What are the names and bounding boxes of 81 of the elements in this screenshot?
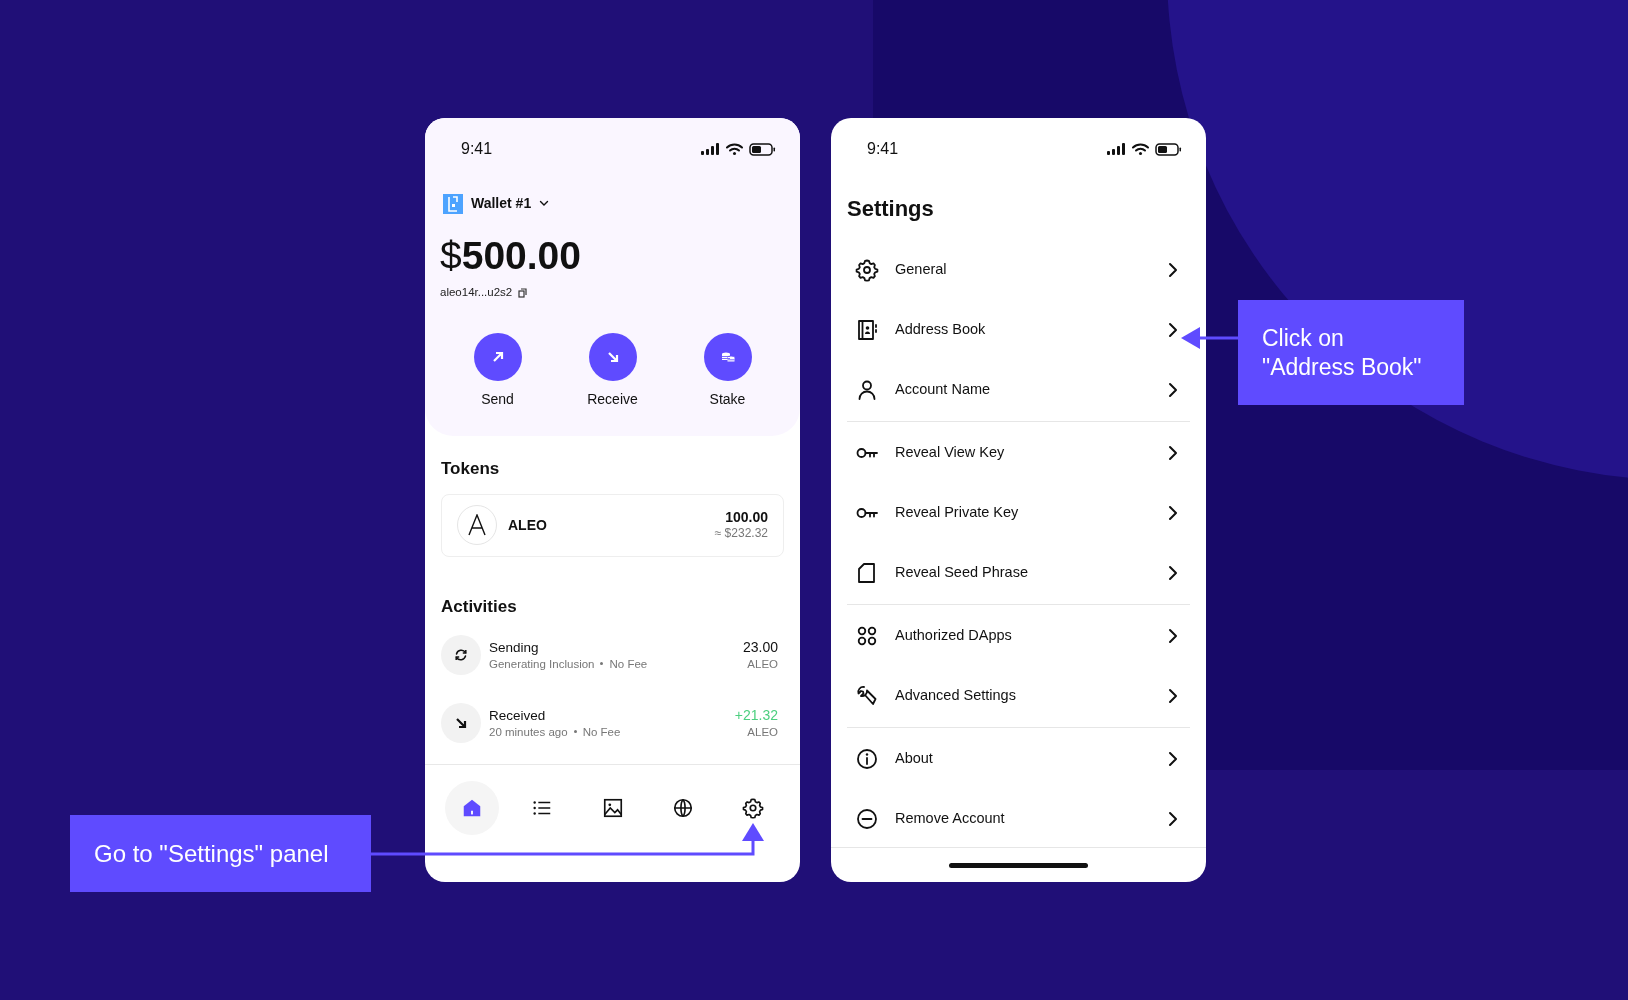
token-card[interactable]: ALEO 100.00 ≈ $232.32 <box>441 493 784 557</box>
contact-book-icon <box>855 318 879 342</box>
settings-row[interactable]: Advanced Settings <box>847 666 1190 726</box>
chevron-right-icon <box>1168 751 1178 767</box>
settings-row[interactable]: Reveal View Key <box>847 423 1190 483</box>
settings-label: Reveal Seed Phrase <box>895 563 1028 583</box>
action-label: Stake <box>709 390 746 410</box>
signal-icon <box>701 143 720 155</box>
token-amount: 100.00 <box>725 509 768 527</box>
activity-amount: +21.32 <box>734 706 778 724</box>
status-time: 9:41 <box>867 139 899 159</box>
globe-icon <box>671 797 694 819</box>
chevron-right-icon <box>1168 688 1178 704</box>
settings-label: Remove Account <box>895 809 1005 829</box>
wallet-logo-icon <box>443 193 463 214</box>
chevron-right-icon <box>1168 262 1178 278</box>
activity-title: Sending <box>489 638 540 656</box>
wallet-address: aleo14r...u2s2 <box>440 285 513 300</box>
callout-label: Go to "Settings" panel <box>70 815 371 892</box>
activity-unit: ALEO <box>747 656 778 672</box>
dot-separator <box>600 662 604 666</box>
activity-row[interactable]: Sending Generating Inclusion No Fee 23.00 ALEO <box>441 635 784 676</box>
settings-label: Reveal Private Key <box>895 503 1019 523</box>
chevron-right-icon <box>1168 628 1178 644</box>
balance-amount: $500.00 <box>439 234 582 278</box>
minus-circle-icon <box>855 807 879 831</box>
copy-icon <box>518 287 528 298</box>
settings-label: Authorized DApps <box>895 626 1012 646</box>
wifi-icon <box>1132 143 1149 155</box>
settings-icon <box>742 797 764 819</box>
settings-label: Reveal View Key <box>895 443 1005 463</box>
caret-icon <box>539 200 550 207</box>
section-title: Tokens <box>441 458 500 481</box>
settings-row[interactable]: Reveal Private Key <box>847 483 1190 543</box>
token-value: ≈ $232.32 <box>714 526 768 542</box>
connector-arrow <box>1181 327 1238 349</box>
apps-grid-icon <box>855 624 879 648</box>
chevron-right-icon <box>1168 445 1178 461</box>
settings-label: Advanced Settings <box>895 686 1016 706</box>
battery-icon <box>749 142 776 156</box>
screen-title: Settings <box>846 195 935 223</box>
image-icon <box>601 797 624 819</box>
activity-detail: Generating Inclusion <box>489 656 595 672</box>
settings-label: About <box>895 749 933 769</box>
settings-row[interactable]: Address Book <box>847 300 1190 360</box>
activity-fee: No Fee <box>609 656 648 672</box>
settings-row[interactable]: Reveal Seed Phrase <box>847 543 1190 603</box>
activity-amount: 23.00 <box>742 638 778 656</box>
activity-row[interactable]: Received 20 minutes ago No Fee +21.32 ALEO <box>441 703 784 744</box>
settings-label: Account Name <box>895 380 991 400</box>
wifi-icon <box>726 143 743 155</box>
settings-row[interactable]: Authorized DApps <box>847 606 1190 666</box>
activity-fee: No Fee <box>582 724 621 740</box>
chevron-right-icon <box>1168 322 1178 338</box>
status-time: 9:41 <box>461 139 493 159</box>
wrench-icon <box>855 684 879 708</box>
chevron-right-icon <box>1168 505 1178 521</box>
settings-label: General <box>895 260 947 280</box>
settings-row[interactable]: About <box>847 729 1190 789</box>
section-title: Activities <box>441 595 517 618</box>
settings-label: Address Book <box>895 320 986 340</box>
chevron-right-icon <box>1168 565 1178 581</box>
settings-row[interactable]: Remove Account <box>847 789 1190 847</box>
activity-title: Received <box>489 706 547 724</box>
home-icon <box>461 797 483 819</box>
wallet-name[interactable]: Wallet #1 <box>471 193 532 214</box>
token-symbol: ALEO <box>508 515 547 535</box>
info-icon <box>855 747 879 771</box>
settings-row[interactable]: Account Name <box>847 360 1190 420</box>
action-label: Receive <box>587 390 638 410</box>
settings-row[interactable]: General <box>847 240 1190 300</box>
battery-icon <box>1155 142 1182 156</box>
settings-icon <box>855 258 879 282</box>
chevron-right-icon <box>1168 382 1178 398</box>
activity-detail: 20 minutes ago <box>489 724 568 740</box>
signal-icon <box>1107 143 1126 155</box>
dot-separator <box>573 730 577 734</box>
chevron-right-icon <box>1168 811 1178 827</box>
action-label: Send <box>481 390 514 410</box>
activity-unit: ALEO <box>747 724 778 740</box>
callout-label: Click on "Address Book" <box>1238 300 1464 405</box>
